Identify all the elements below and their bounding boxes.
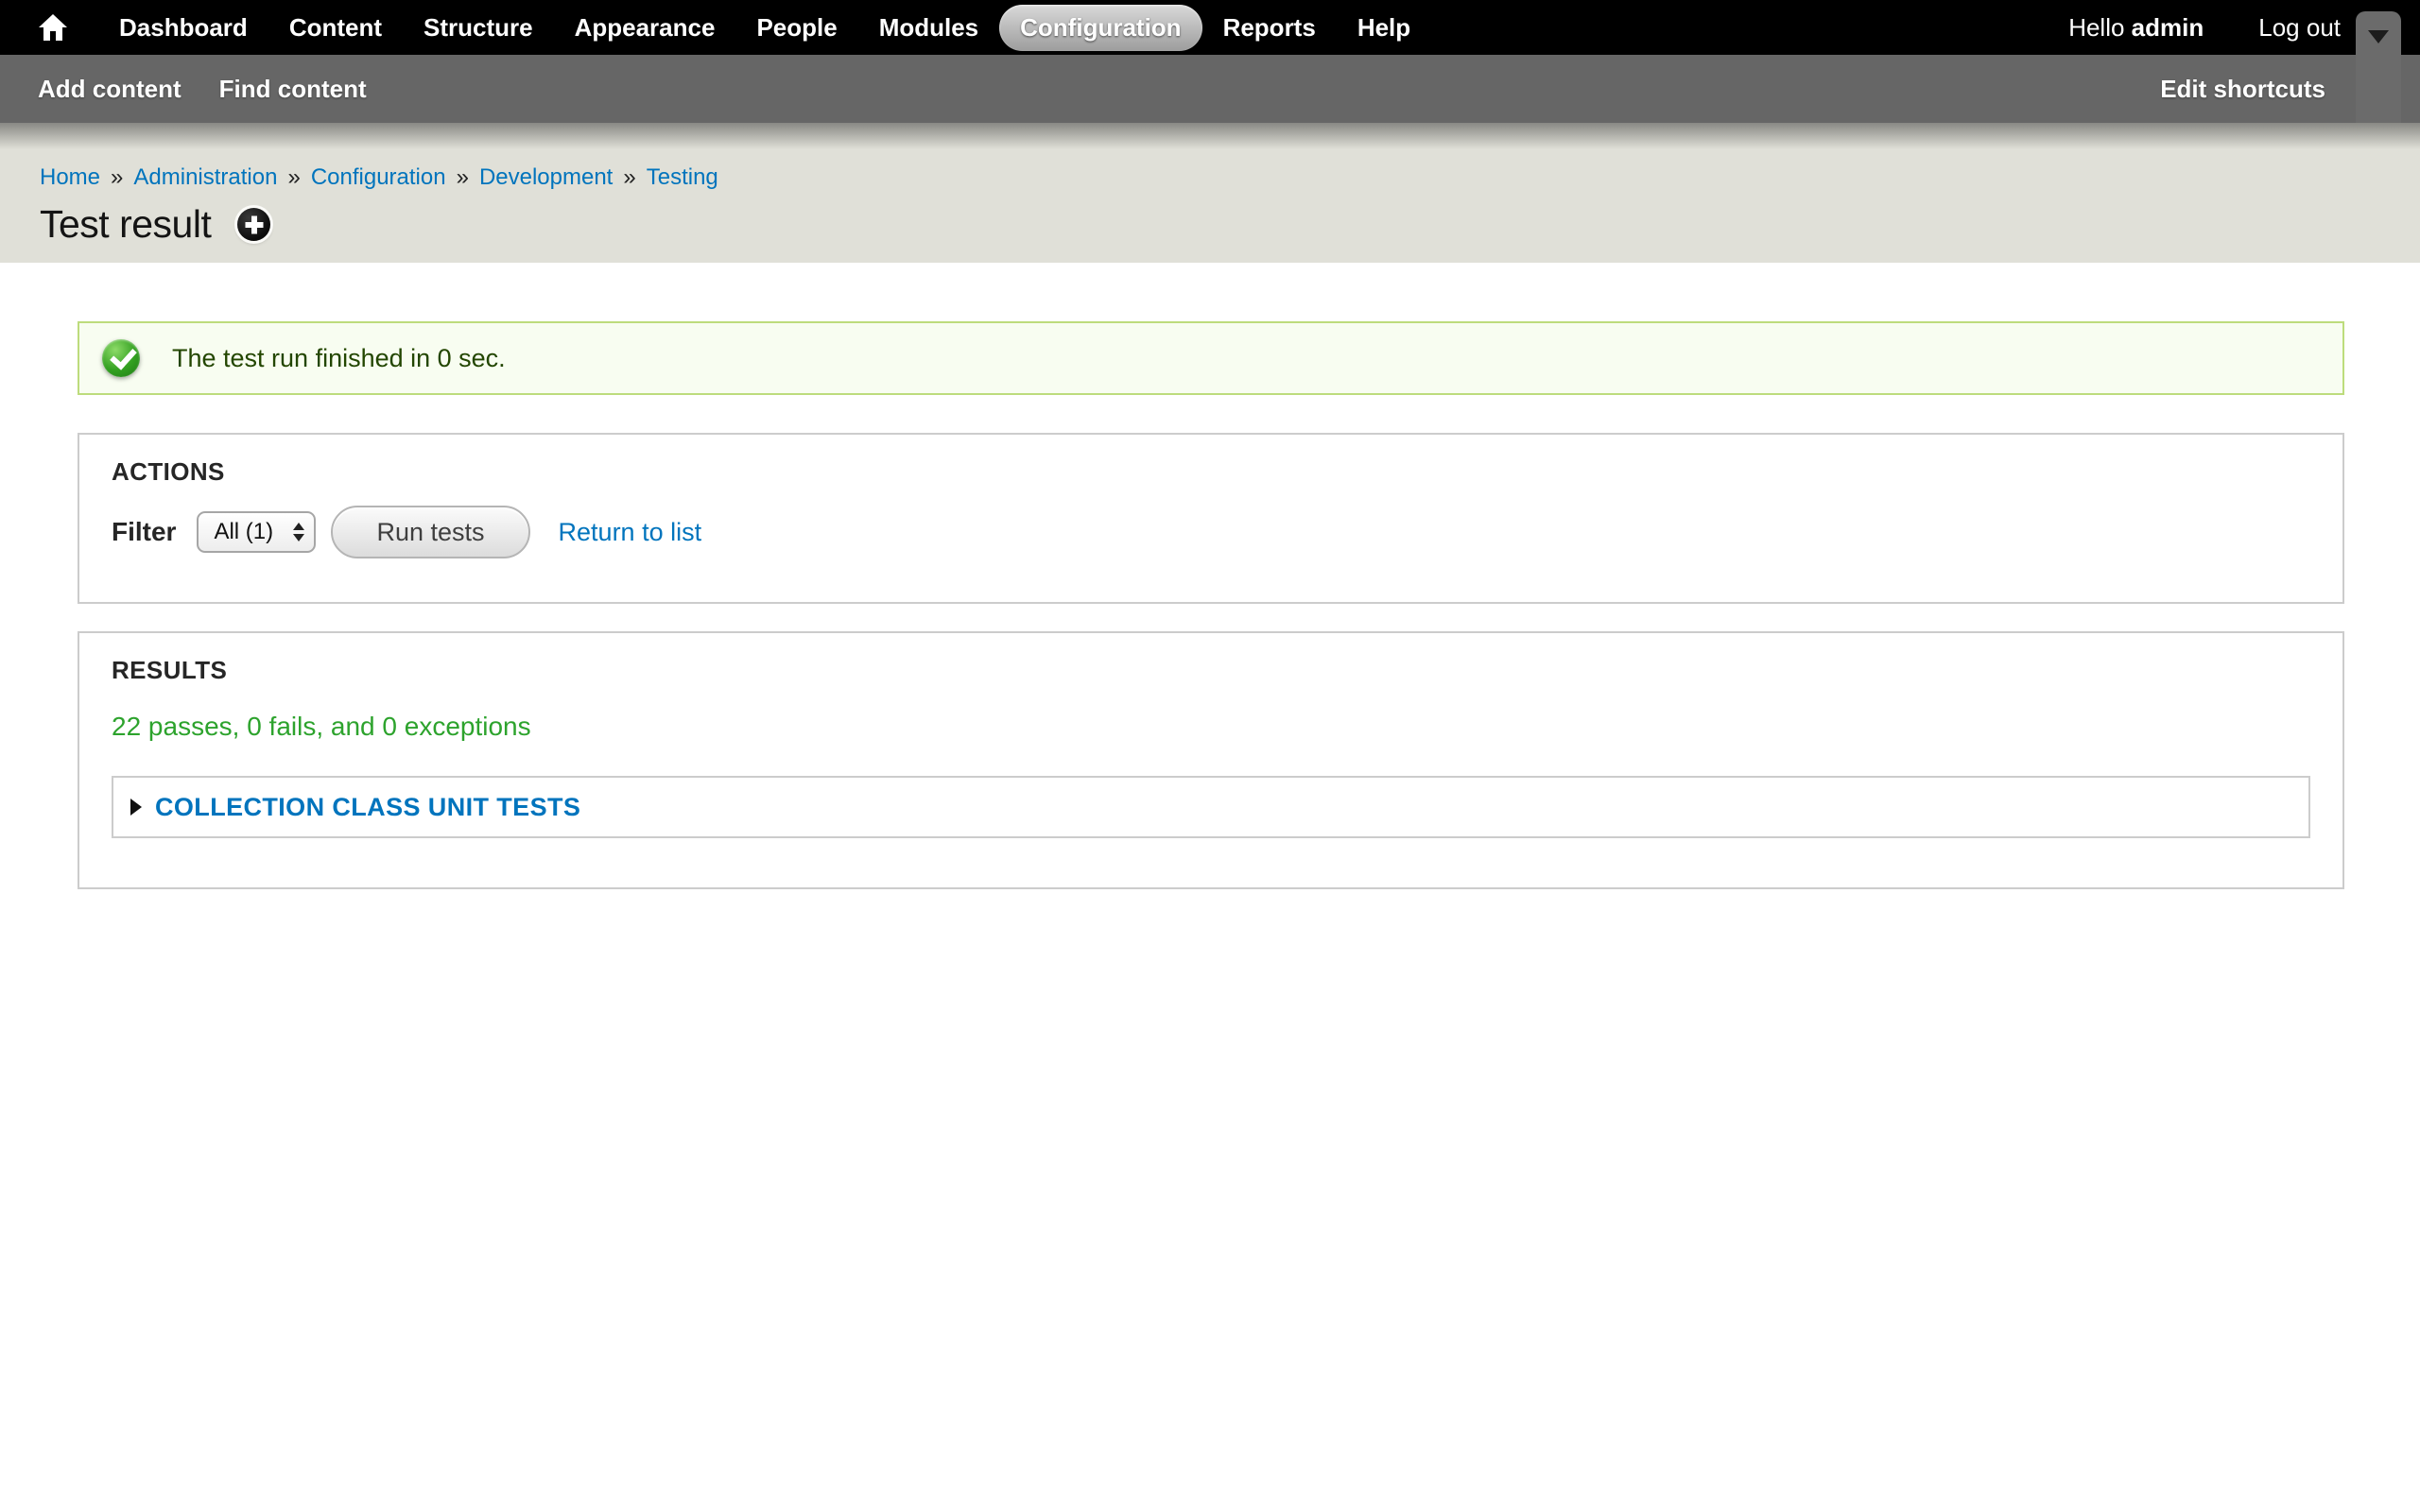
filter-select-value: All (1) — [214, 519, 273, 545]
breadcrumb-link-home[interactable]: Home — [40, 164, 100, 191]
page-header: Home » Administration » Configuration » Develo… — [0, 123, 2420, 263]
caret-right-icon — [130, 799, 142, 816]
toolbar-item-appearance[interactable]: Appearance — [554, 5, 736, 51]
up-down-arrows-icon — [293, 523, 304, 541]
toolbar-item-configuration[interactable]: Configuration — [999, 5, 1201, 51]
breadcrumb-separator: » — [457, 164, 469, 191]
toolbar-item-dashboard[interactable]: Dashboard — [98, 5, 268, 51]
filter-label: Filter — [112, 517, 176, 547]
return-to-list-link[interactable]: Return to list — [559, 518, 702, 547]
breadcrumb-link-administration[interactable]: Administration — [133, 164, 277, 191]
plus-circle-icon[interactable] — [237, 208, 270, 241]
toolbar-item-structure[interactable]: Structure — [403, 5, 554, 51]
admin-toolbar: DashboardContentStructureAppearancePeopl… — [0, 0, 2420, 55]
toolbar-item-content[interactable]: Content — [268, 5, 403, 51]
username: admin — [2132, 13, 2204, 42]
breadcrumb-link-development[interactable]: Development — [479, 164, 613, 191]
chevron-down-icon — [2368, 30, 2389, 43]
status-message-text: The test run finished in 0 sec. — [172, 344, 506, 373]
shortcut-links: Add content Find content — [38, 75, 405, 104]
toolbar-item-help[interactable]: Help — [1337, 5, 1431, 51]
actions-legend: ACTIONS — [112, 457, 2310, 487]
breadcrumb-separator: » — [111, 164, 123, 191]
actions-fieldset: ACTIONS Filter All (1) Run tests Return … — [78, 433, 2344, 604]
shortcut-link-add-content[interactable]: Add content — [38, 75, 182, 104]
results-legend: RESULTS — [112, 656, 2310, 685]
check-circle-icon — [102, 339, 140, 377]
user-greeting: Hello admin — [2068, 13, 2204, 43]
status-message: The test run finished in 0 sec. — [78, 321, 2344, 395]
toolbar-item-people[interactable]: People — [735, 5, 857, 51]
main-content: The test run finished in 0 sec. ACTIONS … — [0, 263, 2420, 889]
actions-row: Filter All (1) Run tests Return to list — [112, 506, 2310, 558]
shortcut-bar: Add content Find content Edit shortcuts — [0, 55, 2420, 123]
toolbar-item-reports[interactable]: Reports — [1202, 5, 1337, 51]
breadcrumb-separator: » — [287, 164, 300, 191]
test-group-link[interactable]: COLLECTION CLASS UNIT TESTS — [155, 793, 580, 822]
results-fieldset: RESULTS 22 passes, 0 fails, and 0 except… — [78, 631, 2344, 889]
run-tests-button[interactable]: Run tests — [331, 506, 529, 558]
greeting-prefix: Hello — [2068, 13, 2131, 42]
toolbar-user-area: Hello admin Log out — [2068, 13, 2341, 43]
edit-shortcuts-link[interactable]: Edit shortcuts — [2160, 75, 2325, 104]
breadcrumb-separator: » — [623, 164, 635, 191]
breadcrumb-link-testing[interactable]: Testing — [647, 164, 718, 191]
home-icon[interactable] — [38, 13, 68, 42]
title-row: Test result — [40, 202, 2420, 247]
breadcrumb: Home » Administration » Configuration » Develo… — [40, 123, 2420, 191]
shortcut-link-find-content[interactable]: Find content — [219, 75, 367, 104]
test-group-fieldset[interactable]: COLLECTION CLASS UNIT TESTS — [112, 776, 2310, 838]
toolbar-item-modules[interactable]: Modules — [858, 5, 999, 51]
page-title: Test result — [40, 202, 211, 247]
toolbar-menu: DashboardContentStructureAppearancePeopl… — [98, 5, 1431, 51]
filter-select[interactable]: All (1) — [197, 511, 316, 553]
logout-link[interactable]: Log out — [2258, 13, 2341, 43]
breadcrumb-link-configuration[interactable]: Configuration — [311, 164, 446, 191]
shortcut-drawer-toggle-button[interactable] — [2356, 11, 2401, 123]
results-summary: 22 passes, 0 fails, and 0 exceptions — [112, 712, 2310, 742]
